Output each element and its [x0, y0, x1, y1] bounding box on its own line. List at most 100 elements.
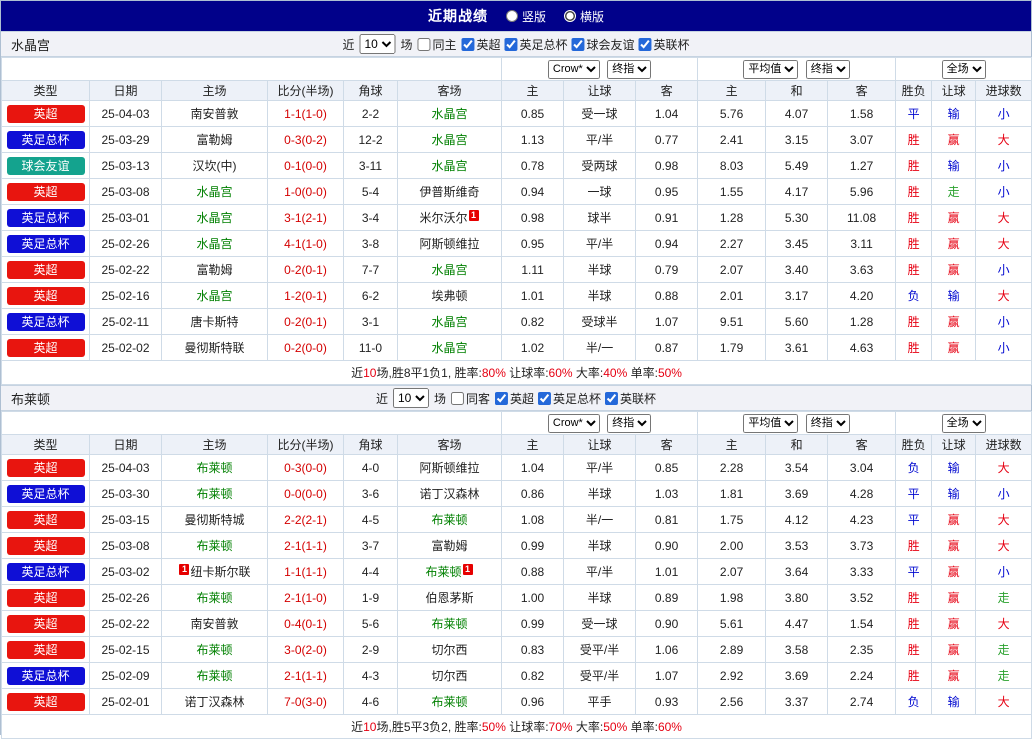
selector-row: Crow* 终指 平均值 终指 全场	[0, 411, 1032, 435]
avg-source-select[interactable]: 平均值	[743, 413, 799, 433]
title-bar: 近期战绩 竖版 横版	[1, 1, 1031, 31]
score-cell: 0-2(0-1)	[267, 256, 344, 283]
venue-filter[interactable]: 同主	[417, 36, 456, 53]
corner-cell: 3-11	[343, 152, 398, 179]
league-filter-checkbox[interactable]	[538, 391, 552, 405]
away-team-name: 阿斯顿维拉	[419, 237, 480, 251]
date-cell: 25-04-03	[89, 454, 162, 481]
league-badge: 英超	[6, 692, 85, 711]
league-filter[interactable]: 球会友谊	[571, 36, 635, 53]
score-cell: 0-0(0-0)	[267, 480, 344, 507]
home-team-cell: 水晶宫	[161, 178, 268, 205]
league-badge: 英足总杯	[6, 312, 85, 331]
col-odds-handicap: 让球	[563, 80, 637, 101]
summary-stat-value: 10	[363, 366, 377, 380]
match-count-select[interactable]: 10	[392, 388, 429, 408]
avg-source-select[interactable]: 平均值	[743, 59, 799, 79]
avg-home-cell: 2.28	[697, 454, 767, 481]
summary-stat-value: 10	[363, 720, 377, 734]
avg-time-select[interactable]: 终指	[805, 413, 850, 433]
type-cell: 英足总杯	[1, 308, 90, 335]
col-odds-home: 主	[501, 434, 565, 455]
score-cell: 0-2(0-1)	[267, 308, 344, 335]
date-cell: 25-03-29	[89, 126, 162, 153]
league-filter-checkbox[interactable]	[605, 391, 619, 405]
away-team-cell: 伯恩茅斯	[396, 584, 503, 611]
league-filter-checkbox[interactable]	[461, 37, 475, 51]
summary-text-part: 让球率:	[505, 720, 549, 734]
avg-away-cell: 3.52	[827, 584, 897, 611]
home-team-cell: 唐卡斯特	[161, 308, 268, 335]
league-filter-checkbox[interactable]	[638, 37, 652, 51]
league-badge: 英足总杯	[6, 234, 85, 253]
away-team-name: 布莱顿	[431, 617, 468, 631]
odds-away-cell: 1.03	[635, 480, 699, 507]
league-filter-checkbox[interactable]	[504, 37, 518, 51]
odds-handicap-cell: 平/半	[563, 126, 637, 153]
date-cell: 25-03-30	[89, 480, 162, 507]
venue-filter-checkbox[interactable]	[417, 37, 431, 51]
date-cell: 25-02-11	[89, 308, 162, 335]
away-team-cell: 米尔沃尔 1	[396, 204, 503, 231]
league-filter[interactable]: 英联杯	[638, 36, 690, 53]
league-filter-label: 英超	[510, 391, 535, 406]
red-card-count: 1	[462, 564, 473, 575]
vertical-radio[interactable]	[505, 10, 518, 22]
avg-home-cell: 2.41	[697, 126, 767, 153]
odds-source-select[interactable]: Crow*	[547, 413, 600, 433]
home-team-cell: 南安普敦	[161, 100, 268, 127]
home-team-name: 布莱顿	[196, 643, 233, 657]
col-score: 比分(半场)	[267, 80, 344, 101]
match-row: 英超 25-02-22 南安普敦 0-4(0-1) 5-6 布莱顿 0.99 受一球 0.90 5…	[1, 610, 1032, 637]
league-filter[interactable]: 英超	[495, 390, 534, 407]
odds-time-select[interactable]: 终指	[607, 59, 652, 79]
outcome-cell: 胜	[895, 152, 933, 179]
league-filter[interactable]: 英足总杯	[504, 36, 568, 53]
score-cell: 2-1(1-1)	[267, 532, 344, 559]
scope-select[interactable]: 全场	[941, 59, 986, 79]
layout-radio-vertical[interactable]: 竖版	[505, 8, 546, 25]
league-badge: 英超	[6, 182, 85, 201]
league-filter-checkbox[interactable]	[571, 37, 585, 51]
odds-handicap-cell: 半球	[563, 480, 637, 507]
outcome-cell: 负	[895, 454, 933, 481]
type-cell: 英超	[1, 636, 90, 663]
odds-handicap-cell: 平手	[563, 688, 637, 715]
away-team-name: 水晶宫	[431, 341, 468, 355]
handicap-result-cell: 输	[931, 282, 977, 309]
avg-time-select[interactable]: 终指	[805, 59, 850, 79]
col-outcome: 胜负	[895, 434, 933, 455]
summary-text: 近10场,胜8平1负1, 胜率:80% 让球率:60% 大率:40% 单率:50…	[0, 360, 1032, 385]
odds-home-cell: 0.94	[501, 178, 565, 205]
venue-filter[interactable]: 同客	[450, 390, 490, 407]
league-filter[interactable]: 英联杯	[605, 390, 656, 407]
league-badge: 英超	[6, 614, 85, 633]
league-filter[interactable]: 英足总杯	[538, 390, 601, 407]
odds-source-select[interactable]: Crow*	[547, 59, 600, 79]
horizontal-radio[interactable]	[564, 10, 576, 22]
layout-radio-horizontal[interactable]: 横版	[564, 8, 604, 25]
near-label: 近	[375, 391, 388, 406]
home-team-name: 布莱顿	[196, 591, 233, 605]
match-row: 英足总杯 25-03-01 水晶宫 3-1(2-1) 3-4 米尔沃尔 1 0.98 球半 0.9…	[1, 204, 1032, 231]
avg-odds-group: 平均值 终指	[697, 57, 897, 81]
handicap-result-cell: 输	[931, 480, 977, 507]
summary-stat-value: 70%	[548, 720, 573, 734]
type-cell: 英超	[1, 610, 90, 637]
away-team-name: 切尔西	[431, 669, 468, 683]
league-filter[interactable]: 英超	[461, 36, 501, 53]
scope-select[interactable]: 全场	[941, 413, 986, 433]
odds-home-cell: 0.95	[501, 230, 565, 257]
odds-time-select[interactable]: 终指	[607, 413, 652, 433]
corner-cell: 3-8	[343, 230, 398, 257]
home-team-name: 唐卡斯特	[190, 315, 239, 329]
home-team-name: 诺丁汉森林	[184, 695, 245, 709]
venue-filter-checkbox[interactable]	[450, 391, 464, 405]
league-filter-checkbox[interactable]	[495, 391, 508, 405]
match-count-select[interactable]: 10	[359, 34, 396, 54]
outcome-cell: 平	[895, 100, 933, 127]
summary-stat-value: 60%	[657, 720, 682, 734]
odds-away-cell: 1.01	[635, 558, 699, 585]
avg-away-cell: 1.54	[827, 610, 897, 637]
match-row: 英超 25-04-03 南安普敦 1-1(1-0) 2-2 水晶宫 0.85 受一球 1.04 5…	[1, 100, 1032, 127]
